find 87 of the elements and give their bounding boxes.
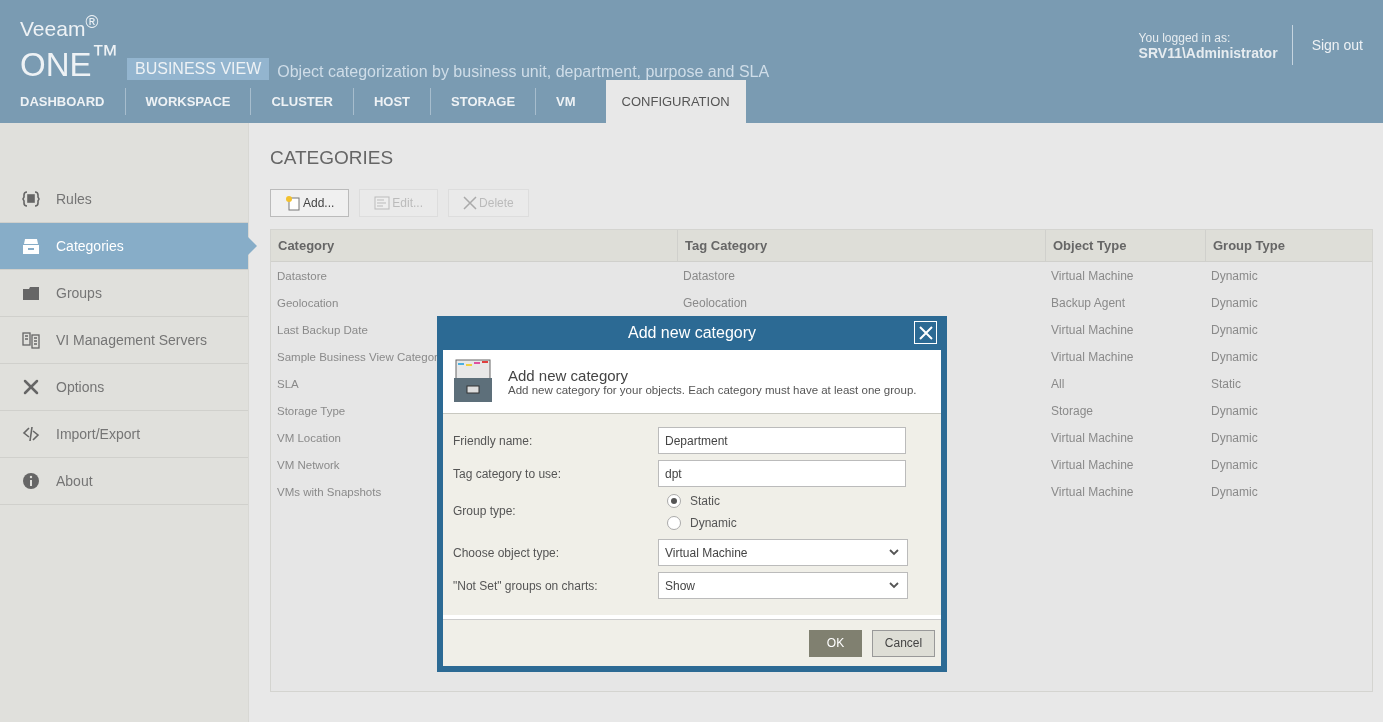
table-cell: Dynamic bbox=[1211, 484, 1258, 499]
table-cell: Datastore bbox=[277, 269, 327, 282]
sidebar-item[interactable]: VI Management Servers bbox=[0, 317, 248, 364]
table-cell: Datastore bbox=[683, 268, 736, 283]
nav-tab[interactable]: STORAGE bbox=[431, 80, 536, 123]
dialog-heading: Add new category bbox=[508, 366, 630, 384]
cross-icon bbox=[463, 196, 478, 210]
dialog-button[interactable]: Cancel bbox=[872, 629, 935, 657]
table-cell: Backup Agent bbox=[1051, 295, 1126, 310]
table-cell: Geolocation bbox=[277, 296, 339, 309]
table-cell: All bbox=[1051, 376, 1065, 391]
table-cell: Dynamic bbox=[1211, 295, 1258, 310]
tagline: Object categorization by business unit, department, purpose and SLA bbox=[277, 63, 770, 81]
field-label: Choose object type: bbox=[453, 545, 561, 560]
sidebar-item[interactable]: Groups bbox=[0, 270, 248, 317]
logo-product: ONE$^{™}$ bbox=[20, 39, 119, 81]
logo-brand: Veeam$^{®}$ bbox=[20, 12, 100, 39]
dropdown[interactable]: Show bbox=[658, 572, 908, 599]
nav-tab[interactable]: CONFIGURATION bbox=[605, 80, 746, 123]
table-cell: Geolocation bbox=[683, 295, 748, 310]
column-header: Category bbox=[277, 237, 336, 255]
table-cell: Virtual Machine bbox=[1051, 484, 1134, 499]
chevron-down-icon bbox=[889, 582, 899, 589]
table-cell: Virtual Machine bbox=[1051, 457, 1134, 472]
sidebar-item[interactable]: Import/Export bbox=[0, 411, 248, 458]
folder-icon bbox=[22, 284, 40, 302]
table-cell: Sample Business View Categor bbox=[277, 350, 438, 363]
pointer-arrow bbox=[248, 237, 257, 255]
table-cell: Dynamic bbox=[1211, 268, 1258, 283]
radio-button[interactable] bbox=[667, 516, 681, 530]
dialog-description: Add new category for your objects. Each category must have at least one group. bbox=[508, 383, 917, 396]
field-label: Tag category to use: bbox=[453, 466, 563, 481]
user-name: SRV11\Administrator bbox=[1138, 45, 1278, 61]
table-cell: SLA bbox=[277, 377, 299, 390]
radio-option[interactable]: Dynamic bbox=[667, 516, 737, 530]
close-icon bbox=[918, 325, 933, 340]
new-document-icon bbox=[285, 195, 301, 211]
dropdown[interactable]: Virtual Machine bbox=[658, 539, 908, 566]
info-icon bbox=[22, 472, 40, 490]
nav-tab[interactable]: HOST bbox=[353, 80, 430, 123]
sidebar-item[interactable]: Options bbox=[0, 364, 248, 411]
table-cell: Virtual Machine bbox=[1051, 268, 1134, 283]
server-icon bbox=[22, 331, 40, 349]
drawer-icon bbox=[22, 237, 40, 255]
radio-option[interactable]: Static bbox=[667, 494, 737, 508]
text-field[interactable]: dpt bbox=[658, 460, 906, 487]
form-icon bbox=[374, 195, 391, 211]
table-cell: VM Location bbox=[277, 431, 341, 444]
dialog-title: Add new category bbox=[627, 324, 757, 342]
sidebar-item[interactable]: About bbox=[0, 458, 248, 505]
sign-out-link[interactable]: Sign out bbox=[1291, 25, 1383, 65]
table-cell: Last Backup Date bbox=[277, 323, 368, 336]
table-cell: Static bbox=[1211, 376, 1241, 391]
table-cell: Virtual Machine bbox=[1051, 349, 1134, 364]
column-header: Tag Category bbox=[677, 230, 1045, 261]
file-cabinet-icon bbox=[454, 359, 492, 403]
column-header: Object Type bbox=[1045, 230, 1205, 261]
sidebar-item[interactable]: Categories bbox=[0, 223, 248, 270]
table-cell: Storage Type bbox=[277, 404, 346, 417]
nav-tab[interactable]: WORKSPACE bbox=[125, 80, 251, 123]
text-field[interactable]: Department bbox=[658, 427, 906, 454]
dialog-button[interactable]: OK bbox=[809, 629, 862, 657]
login-label: You logged in as: bbox=[1138, 31, 1232, 45]
table-cell: Virtual Machine bbox=[1051, 430, 1134, 445]
close-button[interactable] bbox=[914, 321, 937, 344]
column-header: Group Type bbox=[1205, 230, 1372, 261]
edition-badge: BUSINESS VIEW bbox=[127, 58, 270, 80]
toolbar-button[interactable]: Add... bbox=[270, 189, 350, 217]
table-cell: VM Network bbox=[277, 458, 340, 471]
field-label: Group type: bbox=[453, 504, 517, 518]
nav-tab[interactable]: VM bbox=[536, 80, 596, 123]
radio-button[interactable] bbox=[667, 494, 681, 508]
table-cell: VMs with Snapshots bbox=[277, 485, 382, 498]
braces-icon bbox=[22, 190, 40, 208]
table-cell: Dynamic bbox=[1211, 457, 1258, 472]
table-cell: Storage bbox=[1051, 403, 1094, 418]
chevron-down-icon bbox=[889, 549, 899, 556]
field-label: Friendly name: bbox=[453, 433, 534, 448]
table-cell: Dynamic bbox=[1211, 349, 1258, 364]
field-label: "Not Set" groups on charts: bbox=[453, 578, 599, 593]
page-title: CATEGORIES bbox=[270, 147, 395, 169]
table-cell: Dynamic bbox=[1211, 322, 1258, 337]
nav-tab[interactable]: DASHBOARD bbox=[0, 80, 125, 123]
table-cell: Dynamic bbox=[1211, 430, 1258, 445]
nav-tab[interactable]: CLUSTER bbox=[251, 80, 353, 123]
table-cell: Virtual Machine bbox=[1051, 322, 1134, 337]
table-cell: Dynamic bbox=[1211, 403, 1258, 418]
